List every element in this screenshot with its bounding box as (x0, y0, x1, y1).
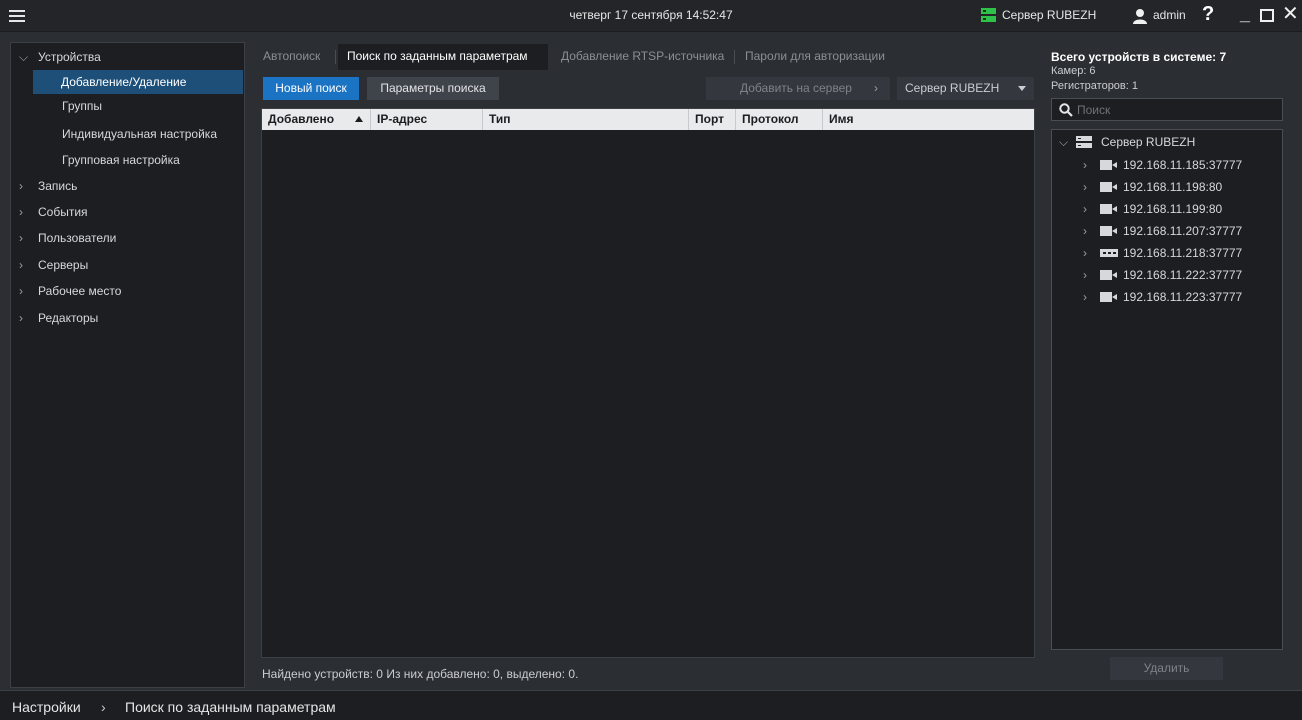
tree-device-node[interactable]: › 192.168.11.207:37777 (1052, 220, 1282, 242)
nav-item-groups[interactable]: Группы (11, 94, 244, 118)
column-protocol[interactable]: Протокол (736, 109, 823, 130)
nav-item-users[interactable]: › Пользователи (11, 226, 244, 250)
search-input[interactable] (1077, 101, 1277, 118)
device-tree: ⌵ Сервер RUBEZH › 192.168.11.185:37777 › 19… (1051, 129, 1283, 650)
cameras-count-label: Камер: 6 (1051, 65, 1096, 77)
chevron-right-icon[interactable]: › (1083, 198, 1087, 220)
chevron-right-icon[interactable]: › (19, 306, 29, 330)
delete-button[interactable]: Удалить (1110, 657, 1223, 680)
device-address: 192.168.11.207:37777 (1123, 224, 1243, 238)
tab-add-rtsp[interactable]: Добавление RTSP-источника (552, 44, 734, 70)
nav-item-recording[interactable]: › Запись (11, 174, 244, 198)
device-address: 192.168.11.199:80 (1123, 202, 1223, 216)
server-select[interactable]: Сервер RUBEZH (897, 77, 1034, 100)
server-icon (1076, 136, 1092, 149)
tree-device-node[interactable]: › 192.168.11.199:80 (1052, 198, 1282, 220)
caret-down-icon (1018, 86, 1026, 91)
chevron-right-icon[interactable]: › (19, 253, 29, 277)
sort-asc-icon (355, 116, 363, 122)
tree-device-node[interactable]: › 192.168.11.198:80 (1052, 176, 1282, 198)
column-ip-address[interactable]: IP-адрес (371, 109, 483, 130)
datetime-label: четверг 17 сентября 14:52:47 (569, 8, 733, 22)
nav-item-editors[interactable]: › Редакторы (11, 306, 244, 330)
breadcrumb-root[interactable]: Настройки (12, 699, 81, 715)
chevron-right-icon[interactable]: › (1083, 264, 1087, 286)
column-added[interactable]: Добавлено (262, 109, 371, 130)
settings-nav-tree: ⌵ Устройства Добавление/Удаление Группы … (10, 42, 245, 688)
chevron-right-icon[interactable]: › (19, 200, 29, 224)
devices-table: Добавлено IP-адрес Тип Порт Протокол Имя (261, 108, 1035, 658)
tab-param-search[interactable]: Поиск по заданным параметрам (338, 44, 548, 70)
nav-item-add-remove[interactable]: Добавление/Удаление (33, 70, 243, 94)
chevron-right-icon[interactable]: › (19, 279, 29, 303)
camera-icon (1100, 226, 1118, 236)
tree-device-node[interactable]: › 192.168.11.222:37777 (1052, 264, 1282, 286)
camera-icon (1100, 160, 1118, 170)
device-address: 192.168.11.223:37777 (1123, 290, 1243, 304)
device-address: 192.168.11.218:37777 (1123, 246, 1243, 260)
column-port[interactable]: Порт (689, 109, 736, 130)
search-params-button[interactable]: Параметры поиска (367, 77, 499, 100)
chevron-down-icon[interactable]: ⌵ (1059, 131, 1068, 153)
close-button[interactable]: ✕ (1282, 4, 1299, 24)
device-search (1051, 98, 1283, 121)
camera-icon (1100, 204, 1118, 214)
search-icon (1059, 103, 1073, 117)
column-name[interactable]: Имя (823, 109, 1034, 130)
nav-item-group-settings[interactable]: Групповая настройка (11, 148, 244, 172)
device-address: 192.168.11.198:80 (1123, 180, 1223, 194)
chevron-right-icon[interactable]: › (1083, 242, 1087, 264)
title-bar: четверг 17 сентября 14:52:47 Сервер RUBE… (0, 0, 1302, 32)
add-to-server-button[interactable]: Добавить на сервер › (706, 77, 890, 100)
nav-item-servers[interactable]: › Серверы (11, 253, 244, 277)
tree-device-node[interactable]: › 192.168.11.218:37777 (1052, 242, 1282, 264)
recorder-icon (1100, 249, 1118, 257)
server-status-icon (981, 8, 996, 23)
chevron-right-icon: › (874, 81, 878, 95)
tree-device-node[interactable]: › 192.168.11.223:37777 (1052, 286, 1282, 308)
tree-server-node[interactable]: ⌵ Сервер RUBEZH (1052, 131, 1282, 153)
nav-item-events[interactable]: › События (11, 200, 244, 224)
new-search-button[interactable]: Новый поиск (263, 77, 359, 100)
nav-item-individual-settings[interactable]: Индивидуальная настройка (11, 122, 244, 146)
found-status: Найдено устройств: 0 Из них добавлено: 0… (262, 667, 579, 681)
chevron-right-icon[interactable]: › (19, 226, 29, 250)
server-label[interactable]: Сервер RUBEZH (1002, 8, 1096, 22)
column-type[interactable]: Тип (483, 109, 689, 130)
tab-auto-search[interactable]: Автопоиск (255, 44, 335, 70)
chevron-right-icon[interactable]: › (1083, 176, 1087, 198)
chevron-right-icon: › (101, 699, 106, 715)
chevron-right-icon[interactable]: › (19, 174, 29, 198)
camera-icon (1100, 270, 1118, 280)
chevron-down-icon[interactable]: ⌵ (19, 45, 29, 69)
chevron-right-icon[interactable]: › (1083, 154, 1087, 176)
recorders-count-label: Регистраторов: 1 (1051, 80, 1139, 92)
nav-item-workplace[interactable]: › Рабочее место (11, 279, 244, 303)
maximize-button[interactable] (1260, 9, 1274, 22)
minimize-button[interactable]: _ (1240, 4, 1250, 25)
table-header: Добавлено IP-адрес Тип Порт Протокол Имя (262, 109, 1034, 130)
nav-item-devices[interactable]: ⌵ Устройства (11, 45, 244, 69)
tree-device-node[interactable]: › 192.168.11.185:37777 (1052, 154, 1282, 176)
user-icon[interactable] (1132, 8, 1148, 24)
total-devices-label: Всего устройств в системе: 7 (1051, 50, 1227, 64)
chevron-right-icon[interactable]: › (1083, 286, 1087, 308)
breadcrumb: Настройки › Поиск по заданным параметрам (0, 690, 1302, 720)
chevron-right-icon[interactable]: › (1083, 220, 1087, 242)
breadcrumb-current: Поиск по заданным параметрам (125, 699, 336, 715)
help-icon[interactable]: ? (1202, 3, 1214, 26)
tab-auth-passwords[interactable]: Пароли для авторизации (737, 44, 917, 70)
device-address: 192.168.11.222:37777 (1123, 268, 1243, 282)
device-address: 192.168.11.185:37777 (1123, 158, 1243, 172)
camera-icon (1100, 292, 1118, 302)
user-label[interactable]: admin (1153, 8, 1186, 22)
tab-bar: Автопоиск Поиск по заданным параметрам Д… (255, 44, 1045, 70)
camera-icon (1100, 182, 1118, 192)
